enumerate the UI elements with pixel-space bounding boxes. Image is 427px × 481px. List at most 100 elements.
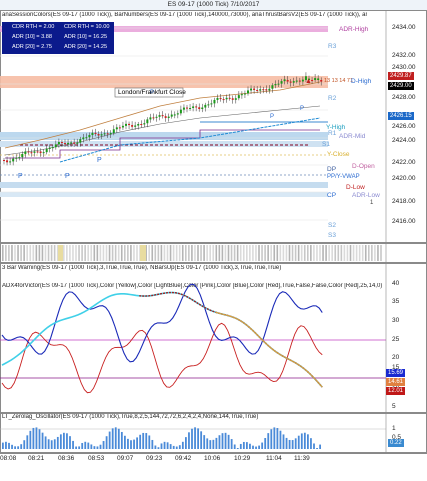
oscillator-bar xyxy=(239,443,242,449)
oscillator-bar xyxy=(200,431,203,449)
svg-text:P: P xyxy=(18,173,23,180)
oscillator-bar xyxy=(163,441,166,449)
oscillator-bar xyxy=(188,432,190,449)
stats-r3c2: ADR [20] = 14.25 xyxy=(64,44,108,50)
oscillator-bar xyxy=(267,433,270,449)
candle-body xyxy=(12,158,15,162)
warning-bar xyxy=(331,245,333,261)
oscillator-bar xyxy=(233,444,236,449)
oscillator-svg[interactable] xyxy=(0,413,427,453)
warning-bar xyxy=(270,245,272,261)
oscillator-bar xyxy=(59,434,62,449)
oscillator-bar xyxy=(246,442,248,449)
warning-bar xyxy=(120,245,123,261)
candle-body xyxy=(192,106,195,109)
oscillator-bar xyxy=(124,435,126,449)
oscillator-bar xyxy=(175,446,178,449)
warning-bar xyxy=(200,245,202,261)
price-tick: 2428.00 xyxy=(392,94,416,101)
oscillator-bar xyxy=(133,439,135,449)
warning-bar xyxy=(371,245,373,261)
candle-body xyxy=(152,117,155,119)
oscillator-bar xyxy=(178,445,181,449)
warning-bar xyxy=(72,245,74,261)
svg-text:P: P xyxy=(65,173,70,180)
oscillator-bar xyxy=(69,436,71,449)
warning-bar xyxy=(166,245,169,261)
oscillator-bar xyxy=(236,448,239,449)
candle-body xyxy=(146,119,149,124)
candle-body xyxy=(298,80,301,82)
warning-bar xyxy=(252,245,254,261)
oscillator-bar xyxy=(81,442,84,449)
label-adr-high: ADR-High xyxy=(339,26,369,33)
oscillator-bar xyxy=(206,438,209,449)
candle-body xyxy=(51,147,54,149)
oscillator-bar xyxy=(252,445,254,449)
warning-bar xyxy=(41,245,44,261)
label-y-close: Y-Close xyxy=(327,151,350,158)
price-flag-current: 2429.00 xyxy=(388,82,414,90)
time-tick: 09:42 xyxy=(175,455,192,462)
label-one: 1 xyxy=(370,200,374,206)
oscillator-bar xyxy=(105,436,108,449)
warning-bar xyxy=(212,245,215,261)
time-tick: 09:23 xyxy=(146,455,163,462)
oscillator-bar xyxy=(191,428,193,449)
oscillator-bar xyxy=(215,437,218,449)
candle-body xyxy=(280,81,283,84)
time-tick: 11:04 xyxy=(266,455,282,462)
time-tick: 08:21 xyxy=(28,455,45,462)
stats-r2c1: ADR [10] = 3.88 xyxy=(12,34,52,40)
oscillator-bar xyxy=(297,435,300,449)
price-tick: 2430.00 xyxy=(392,64,416,71)
adx-chart-svg[interactable] xyxy=(0,263,427,413)
candle-body xyxy=(94,132,97,134)
candle-body xyxy=(33,151,36,153)
warning-bar xyxy=(87,245,89,261)
oscillator-bar xyxy=(227,434,230,449)
oscillator-bar xyxy=(96,446,99,449)
warning-bar xyxy=(14,245,16,261)
label-d-low: D-Low xyxy=(346,184,365,191)
oscillator-bar xyxy=(120,431,123,449)
time-tick: 10:29 xyxy=(234,455,251,462)
candle-body xyxy=(186,107,188,109)
warning-bar xyxy=(319,245,321,261)
warning-bar xyxy=(368,245,370,261)
candle-body xyxy=(73,142,76,144)
candle-body xyxy=(213,99,216,104)
candle-body xyxy=(301,79,304,82)
candle-body xyxy=(274,84,277,86)
oscillator-bar xyxy=(285,437,288,449)
oscillator-bar xyxy=(157,447,160,449)
warning-bar xyxy=(133,245,135,261)
warning-bar xyxy=(32,245,35,261)
oscillator-bar xyxy=(93,446,96,449)
candle-body xyxy=(91,132,94,136)
warning-bar xyxy=(35,245,38,261)
oscillator-bar xyxy=(276,427,279,449)
warning-bar xyxy=(316,245,318,261)
warning-bar xyxy=(90,245,93,261)
candle-body xyxy=(109,133,112,135)
svg-text:P: P xyxy=(300,106,304,112)
candle-body xyxy=(36,151,39,153)
candle-body xyxy=(250,88,253,91)
candle-body xyxy=(97,133,100,136)
oscillator-bar xyxy=(5,441,7,449)
oscillator-bar xyxy=(17,446,20,449)
adx-tick: 30 xyxy=(392,317,400,324)
time-tick: 08:08 xyxy=(0,455,17,462)
oscillator-bar xyxy=(35,427,38,449)
warning-bar xyxy=(300,245,303,261)
time-tick: 09:07 xyxy=(117,455,134,462)
warning-bar xyxy=(279,245,282,261)
candle-body xyxy=(234,98,237,100)
candle-body xyxy=(137,124,140,126)
warning-bar xyxy=(358,245,361,261)
oscillator-bar xyxy=(209,440,212,449)
oscillator-bar xyxy=(218,435,221,449)
warning-bar xyxy=(230,245,233,261)
price-tick: 2424.00 xyxy=(392,137,416,144)
